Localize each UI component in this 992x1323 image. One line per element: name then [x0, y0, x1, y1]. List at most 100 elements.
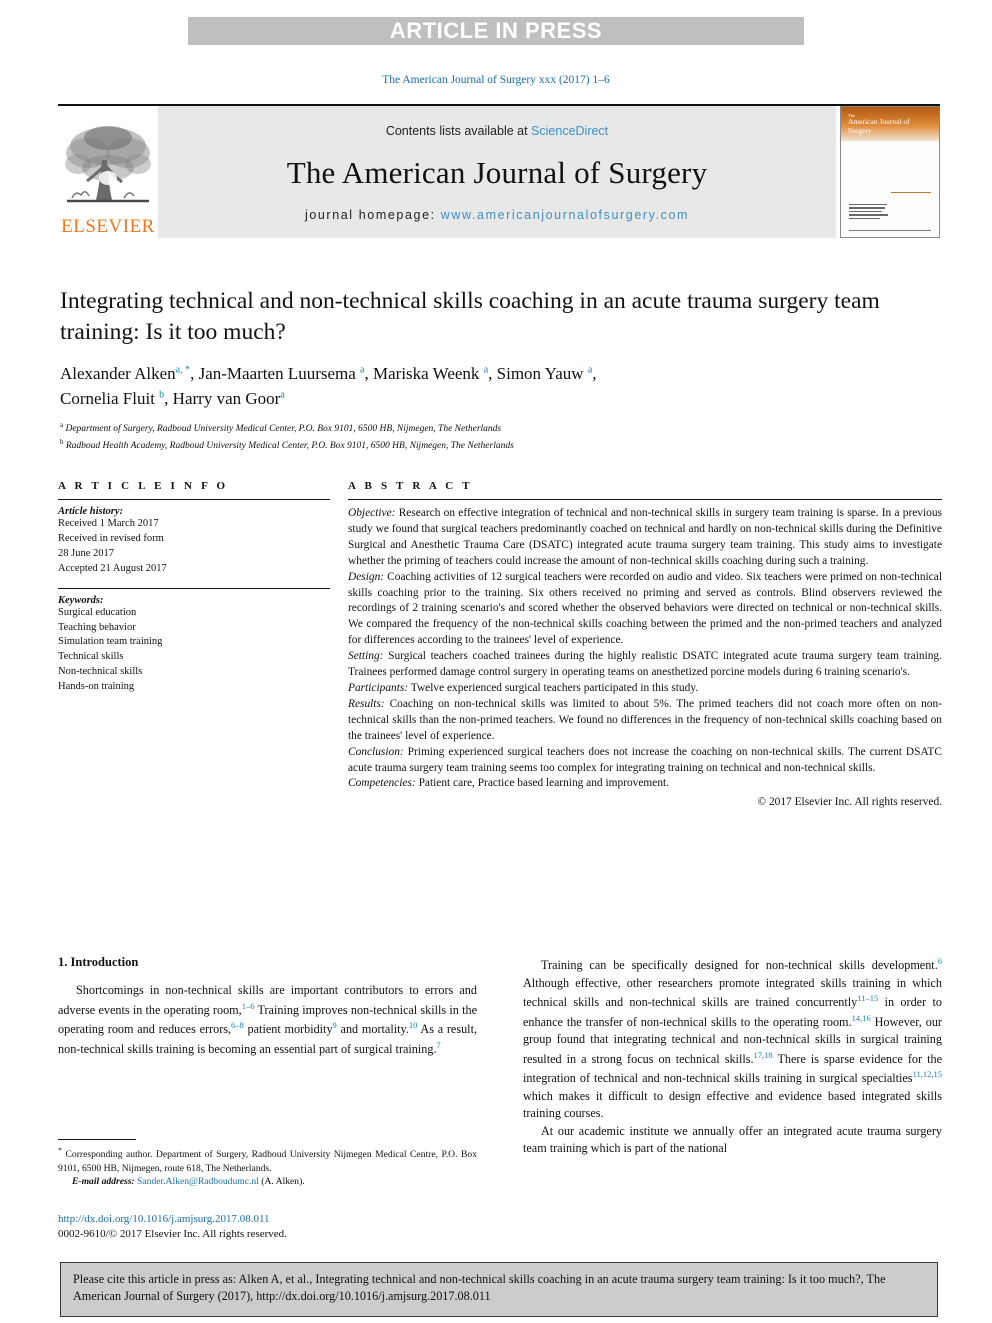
- author-affil-marker: a: [280, 389, 285, 401]
- running-head: The American Journal of Surgery xxx (201…: [382, 74, 610, 86]
- journal-masthead: ELSEVIER Contents lists available at Sci…: [58, 104, 940, 240]
- citation-ref[interactable]: 1–6: [242, 1001, 255, 1011]
- doi-block: http://dx.doi.org/10.1016/j.amjsurg.2017…: [58, 1212, 488, 1243]
- email-link[interactable]: Sander.Alken@Radboudumc.nl: [137, 1176, 259, 1187]
- keyword-item: Surgical education: [58, 606, 137, 618]
- citation-ref[interactable]: 9: [333, 1020, 337, 1030]
- contents-available-line: Contents lists available at ScienceDirec…: [386, 124, 608, 138]
- keyword-item: Teaching behavior: [58, 621, 136, 633]
- article-info-rule: [58, 499, 330, 500]
- abstract-section: Setting: Surgical teachers coached train…: [348, 649, 942, 681]
- sciencedirect-link[interactable]: ScienceDirect: [531, 124, 608, 138]
- body-column-left: 1. Introduction Shortcomings in non-tech…: [58, 955, 477, 1158]
- abstract-section-text: Priming experienced surgical teachers do…: [348, 745, 942, 774]
- article-history-item: Accepted 21 August 2017: [58, 562, 167, 574]
- citation-ref[interactable]: 6–8: [231, 1020, 244, 1030]
- abstract-section: Objective: Research on effective integra…: [348, 506, 942, 570]
- cover-footer-rule: [849, 229, 931, 231]
- affiliation-marker: a: [60, 421, 64, 430]
- author-affil-marker: a: [360, 364, 365, 376]
- affiliation-text: Department of Surgery, Radboud Universit…: [65, 424, 502, 435]
- cover-placeholder-lines: [849, 203, 931, 222]
- citation-ref[interactable]: 6: [938, 956, 942, 966]
- elsevier-tree-icon: [65, 126, 151, 203]
- citation-ref[interactable]: 10: [409, 1020, 418, 1030]
- abstract-section-text: Twelve experienced surgical teachers par…: [410, 681, 699, 694]
- body-column-gap: [477, 955, 523, 1158]
- introduction-heading: 1. Introduction: [58, 955, 139, 969]
- article-in-press-banner: ARTICLE IN PRESS: [188, 17, 804, 45]
- issn-copyright-line: 0002-9610/© 2017 Elsevier Inc. All right…: [58, 1228, 287, 1241]
- affiliation-item: b Radboud Health Academy, Radboud Univer…: [60, 437, 940, 454]
- journal-cover-thumbnail: The American Journal of Surgery: [840, 106, 940, 238]
- cite-this-article-box: Please cite this article in press as: Al…: [60, 1262, 938, 1317]
- article-history-item: Received in revised form: [58, 532, 164, 544]
- author-item: Alexander Alkena, *: [60, 364, 190, 383]
- citation-ref[interactable]: 14,16: [852, 1013, 871, 1023]
- citation-ref[interactable]: 11–15: [857, 993, 878, 1003]
- affiliation-item: a Department of Surgery, Radboud Univers…: [60, 420, 940, 437]
- abstract-section-label: Conclusion:: [348, 745, 404, 758]
- email-label: E-mail address:: [72, 1176, 135, 1188]
- homepage-prefix: journal homepage:: [304, 207, 441, 222]
- abstract-section: Participants: Twelve experienced surgica…: [348, 681, 942, 697]
- abstract-column: A B S T R A C T Objective: Research on e…: [348, 480, 942, 808]
- abstract-section: Conclusion: Priming experienced surgical…: [348, 745, 942, 777]
- citation-ref[interactable]: 17,18: [754, 1050, 773, 1060]
- affiliation-list: a Department of Surgery, Radboud Univers…: [60, 420, 940, 454]
- author-affil-marker: b: [159, 389, 165, 401]
- abstract-rule: [348, 499, 942, 500]
- doi-link[interactable]: http://dx.doi.org/10.1016/j.amjsurg.2017…: [58, 1212, 488, 1227]
- column-gap: [330, 480, 348, 808]
- article-in-press-label: ARTICLE IN PRESS: [389, 18, 603, 43]
- author-name: Cornelia Fluit: [60, 388, 155, 408]
- abstract-section-label: Competencies:: [348, 777, 416, 790]
- abstract-section-label: Objective:: [348, 507, 396, 519]
- article-history-label: Article history:: [58, 506, 124, 517]
- author-name: Mariska Weenk: [373, 364, 480, 384]
- author-name: Harry van Goor: [172, 388, 281, 408]
- article-info-heading: A R T I C L E I N F O: [58, 480, 229, 492]
- author-list: Alexander Alkena, *, Jan-Maarten Luursem…: [60, 364, 597, 408]
- affiliation-text: Radboud Health Academy, Radboud Universi…: [65, 441, 514, 452]
- article-info-column: A R T I C L E I N F O Article history: R…: [58, 480, 330, 808]
- article-history-item: 28 June 2017: [58, 547, 114, 559]
- article-history-item: Received 1 March 2017: [58, 518, 159, 529]
- abstract-section-label: Participants:: [348, 681, 409, 694]
- abstract-section-label: Results:: [348, 697, 385, 710]
- author-affil-marker: a: [587, 364, 593, 376]
- keyword-item: Simulation team training: [58, 636, 163, 648]
- abstract-section-label: Setting:: [348, 650, 384, 663]
- keyword-item: Non-technical skills: [58, 666, 143, 678]
- affiliation-marker: b: [60, 438, 64, 447]
- page-title: Integrating technical and non-technical …: [60, 288, 880, 346]
- author-item: Cornelia Fluit b: [60, 389, 164, 408]
- cover-divider: [891, 191, 931, 193]
- introduction-paragraph: At our academic institute we annually of…: [523, 1123, 942, 1156]
- corresponding-author-text: Corresponding author. Department of Surg…: [58, 1149, 477, 1174]
- email-note: E-mail address: Sander.Alken@Radboudumc.…: [58, 1175, 477, 1189]
- keyword-item: Hands-on training: [58, 681, 135, 693]
- keywords-label: Keywords:: [58, 594, 104, 606]
- author-item: Jan-Maarten Luursema a: [199, 364, 365, 383]
- elsevier-wordmark: ELSEVIER: [61, 216, 155, 237]
- contents-prefix: Contents lists available at: [385, 124, 532, 139]
- journal-title: The American Journal of Surgery: [286, 154, 708, 190]
- abstract-section-label: Design:: [348, 570, 385, 583]
- title-block: Integrating technical and non-technical …: [60, 286, 940, 454]
- citation-ref[interactable]: 7: [437, 1040, 441, 1050]
- abstract-section-text: Surgical teachers coached trainees durin…: [348, 650, 942, 679]
- author-name: Alexander Alken: [60, 364, 176, 384]
- abstract-section: Results: Coaching on non-technical skill…: [348, 697, 942, 745]
- introduction-paragraph: Training can be specifically designed fo…: [523, 956, 943, 1121]
- journal-homepage-link[interactable]: www.americanjournalofsurgery.com: [441, 208, 689, 222]
- citation-ref[interactable]: 11,12,15: [913, 1069, 942, 1079]
- footnote-rule: [58, 1139, 136, 1140]
- masthead-center-panel: Contents lists available at ScienceDirec…: [158, 106, 836, 238]
- author-item: Mariska Weenk a: [373, 364, 488, 383]
- body-column-right: Training can be specifically designed fo…: [523, 955, 942, 1158]
- journal-homepage-line: journal homepage: www.americanjournalofs…: [305, 208, 689, 222]
- abstract-section: Competencies: Patient care, Practice bas…: [348, 776, 942, 792]
- abstract-section-text: Coaching on non-technical skills was lim…: [348, 697, 942, 742]
- keyword-item: Technical skills: [58, 651, 124, 663]
